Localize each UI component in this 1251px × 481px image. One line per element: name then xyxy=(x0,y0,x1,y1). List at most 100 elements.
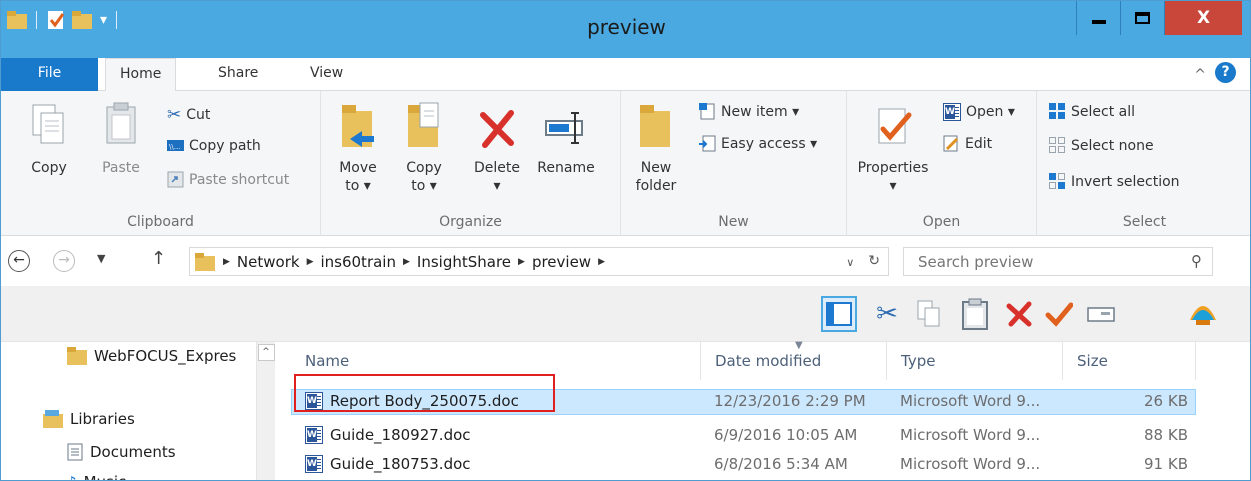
paste-shortcut-icon xyxy=(167,171,184,188)
column-header-date[interactable]: Date modified xyxy=(701,342,887,380)
copy-button[interactable]: Copy xyxy=(25,101,73,177)
rename-button[interactable]: Rename xyxy=(535,101,597,177)
close-button[interactable]: X xyxy=(1164,1,1242,35)
invert-selection-button[interactable]: Invert selection xyxy=(1049,173,1180,190)
new-item-button[interactable]: New item ▾ xyxy=(699,103,799,120)
breadcrumb-insightshare[interactable]: InsightShare xyxy=(417,253,511,271)
file-name: Guide_180927.doc xyxy=(330,426,471,444)
breadcrumb-preview[interactable]: preview xyxy=(532,253,591,271)
select-none-label: Select none xyxy=(1071,137,1154,154)
toolbar-properties-button[interactable] xyxy=(1041,296,1077,332)
nav-item-music[interactable]: ♪ Music xyxy=(67,473,126,480)
maximize-icon xyxy=(1135,12,1150,24)
toolbar-delete-button[interactable] xyxy=(1001,296,1037,332)
quick-toolbar: ✂ xyxy=(1,286,1250,342)
address-dropdown-icon[interactable]: ∨ xyxy=(846,253,854,269)
file-name: Guide_180753.doc xyxy=(330,455,471,473)
new-item-label: New item ▾ xyxy=(721,103,800,120)
breadcrumb-separator-icon[interactable]: ▶ xyxy=(598,257,605,267)
minimize-button[interactable] xyxy=(1076,1,1120,35)
tab-file[interactable]: File xyxy=(1,58,98,91)
easy-access-button[interactable]: Easy access ▾ xyxy=(699,135,817,152)
copy-to-button[interactable]: Copy to ▾ xyxy=(399,101,449,195)
collapse-ribbon-icon[interactable]: ^ xyxy=(1194,67,1206,83)
scroll-up-icon[interactable]: ^ xyxy=(257,344,275,361)
checkmark-icon xyxy=(1045,302,1073,327)
move-to-icon xyxy=(342,105,374,147)
breadcrumb-ins60train[interactable]: ins60train xyxy=(320,253,396,271)
back-button[interactable]: ← xyxy=(8,250,30,272)
nav-item-documents[interactable]: Documents xyxy=(67,443,176,461)
paste-shortcut-button[interactable]: Paste shortcut xyxy=(167,171,289,188)
breadcrumb-network[interactable]: Network xyxy=(237,253,300,271)
select-group-label: Select xyxy=(1122,214,1167,230)
nav-scrollbar[interactable]: ^ xyxy=(256,342,275,480)
properties-icon xyxy=(878,108,912,144)
copy-path-button[interactable]: \\... Copy path xyxy=(167,137,261,154)
open-button[interactable]: Open ▾ xyxy=(943,103,1015,121)
tab-view[interactable]: View xyxy=(296,58,357,91)
move-to-label: Move xyxy=(339,160,377,176)
cut-button[interactable]: ✂ Cut xyxy=(167,105,210,125)
easy-access-label: Easy access ▾ xyxy=(721,135,818,152)
tab-home[interactable]: Home xyxy=(105,58,177,92)
toolbar-paste-button[interactable] xyxy=(957,296,993,332)
rename-icon xyxy=(545,112,583,144)
address-row: ← → ▼ ↑ ▶ Network ▶ ins60train ▶ Insight… xyxy=(1,236,1250,286)
forward-button[interactable]: → xyxy=(53,250,75,272)
scissors-icon: ✂ xyxy=(876,299,898,329)
copy-to-icon xyxy=(408,102,439,147)
nav-item-label: WebFOCUS_Expres xyxy=(94,347,237,365)
file-size: 91 KB xyxy=(1144,455,1188,473)
toolbar-cut-button[interactable]: ✂ xyxy=(869,296,905,332)
breadcrumb-separator-icon[interactable]: ▶ xyxy=(403,257,410,267)
select-all-button[interactable]: Select all xyxy=(1049,103,1135,120)
toolbar-copy-button[interactable] xyxy=(911,296,947,332)
new-folder-label: New xyxy=(640,160,672,176)
breadcrumb-separator-icon[interactable]: ▶ xyxy=(518,257,525,267)
breadcrumb-separator-icon[interactable]: ▶ xyxy=(307,257,314,267)
word-document-icon xyxy=(305,426,323,444)
tab-share[interactable]: Share xyxy=(204,58,272,91)
move-to-button[interactable]: Move to ▾ xyxy=(333,101,383,195)
search-input[interactable] xyxy=(904,248,1164,275)
paste-button[interactable]: Paste xyxy=(97,101,145,177)
title-bar[interactable]: ▾ preview X xyxy=(1,1,1250,58)
address-bar[interactable]: ▶ Network ▶ ins60train ▶ InsightShare ▶ … xyxy=(189,247,889,276)
group-new: New folder New item ▾ Easy access ▾ New xyxy=(621,91,847,236)
copy-icon xyxy=(32,104,64,144)
nav-item-webfocus[interactable]: WebFOCUS_Expres xyxy=(67,347,236,365)
breadcrumb-separator-icon[interactable]: ▶ xyxy=(223,257,230,267)
preview-pane-toggle[interactable] xyxy=(821,296,857,332)
properties-button[interactable]: Properties ▾ xyxy=(855,101,931,195)
file-row[interactable]: Guide_180927.doc 6/9/2016 10:05 AM Micro… xyxy=(291,423,1196,449)
refresh-icon[interactable]: ↻ xyxy=(868,253,880,269)
annotation-highlight-box xyxy=(294,374,555,412)
delete-button[interactable]: Delete ▾ xyxy=(469,101,525,195)
explorer-window: ▾ preview X File Home Share View ^ ? Cop… xyxy=(0,0,1251,481)
maximize-button[interactable] xyxy=(1120,1,1164,35)
search-box[interactable]: ⚲ xyxy=(903,247,1213,276)
new-folder-button[interactable]: New folder xyxy=(631,101,681,195)
edit-button[interactable]: Edit xyxy=(943,135,992,152)
file-row[interactable]: Guide_180753.doc 6/8/2016 5:34 AM Micros… xyxy=(291,452,1196,478)
toolbar-shell-button[interactable] xyxy=(1185,296,1221,332)
select-none-button[interactable]: Select none xyxy=(1049,137,1154,154)
address-actions: ∨ ↻ xyxy=(846,253,880,269)
toolbar-rename-button[interactable] xyxy=(1083,296,1119,332)
breadcrumb: ▶ Network ▶ ins60train ▶ InsightShare ▶ … xyxy=(223,253,605,271)
select-all-label: Select all xyxy=(1071,103,1135,120)
open-group-label: Open xyxy=(922,214,961,230)
edit-icon xyxy=(943,135,959,152)
recent-locations-button[interactable]: ▼ xyxy=(97,252,105,265)
nav-item-libraries[interactable]: Libraries xyxy=(43,410,135,428)
search-icon[interactable]: ⚲ xyxy=(1191,252,1202,270)
up-button[interactable]: ↑ xyxy=(151,248,166,269)
group-open: Properties ▾ Open ▾ Edit Open xyxy=(847,91,1037,236)
file-date: 6/8/2016 5:34 AM xyxy=(714,455,848,473)
help-icon[interactable]: ? xyxy=(1215,62,1236,83)
copy-path-label: Copy path xyxy=(189,137,261,154)
column-header-size[interactable]: Size xyxy=(1063,342,1196,380)
documents-icon xyxy=(67,443,83,461)
column-header-type[interactable]: Type xyxy=(887,342,1063,380)
